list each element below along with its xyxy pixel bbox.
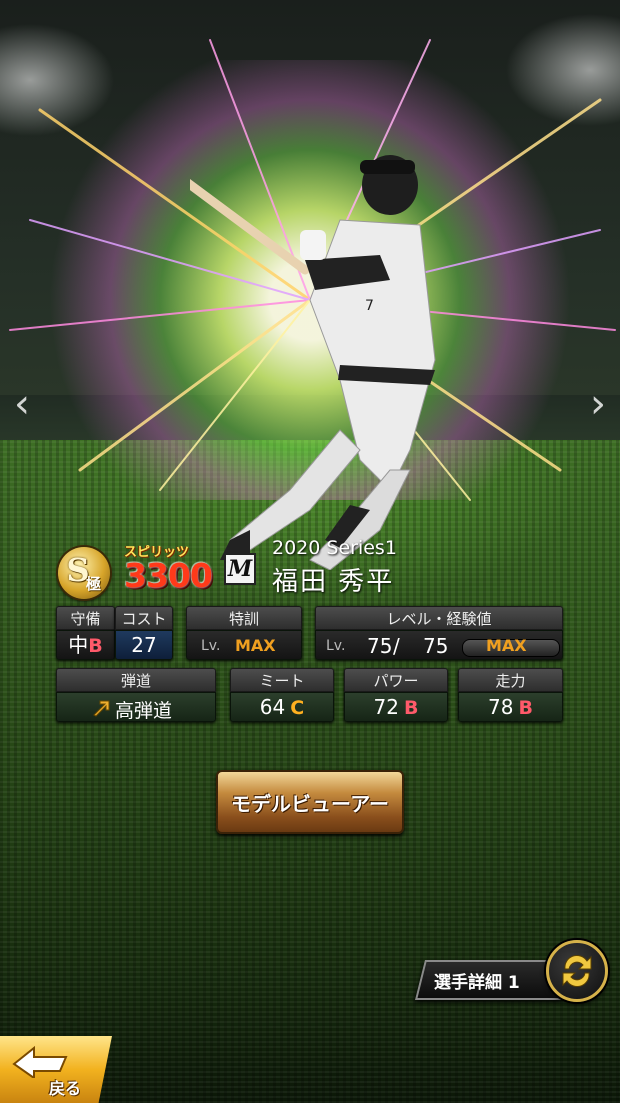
power-grade: B bbox=[404, 697, 419, 719]
training-lv-prefix: Lv. bbox=[201, 638, 221, 654]
cost-header: コスト bbox=[115, 606, 173, 630]
trajectory-value: 高弾道 bbox=[115, 700, 173, 722]
defense-panel: 守備 中B bbox=[56, 606, 115, 660]
training-panel: 特訓 Lv. MAX bbox=[186, 606, 302, 660]
power-header: パワー bbox=[344, 668, 448, 692]
speed-grade: B bbox=[518, 697, 534, 719]
arrow-up-right-icon bbox=[93, 700, 110, 717]
power-panel: パワー 72 B bbox=[344, 668, 448, 722]
cost-value: 27 bbox=[131, 633, 157, 657]
level-max: 75 bbox=[423, 634, 449, 658]
exp-max-label: MAX bbox=[486, 636, 527, 655]
cost-panel: コスト 27 bbox=[115, 606, 173, 660]
trajectory-header: 弾道 bbox=[56, 668, 216, 692]
contact-value: 64 bbox=[259, 695, 286, 719]
contact-panel: ミート 64 C bbox=[230, 668, 334, 722]
model-viewer-button[interactable]: モデルビューアー bbox=[216, 770, 404, 834]
contact-grade: C bbox=[290, 697, 305, 719]
defense-grade: B bbox=[88, 635, 103, 657]
next-card-arrow[interactable]: › bbox=[586, 382, 610, 426]
level-header: レベル・経験値 bbox=[315, 606, 563, 630]
speed-panel: 走力 78 B bbox=[458, 668, 563, 722]
defense-header: 守備 bbox=[56, 606, 115, 630]
training-header: 特訓 bbox=[186, 606, 302, 630]
rank-badge: S 極 bbox=[58, 547, 110, 599]
card-series: 2020 Series1 bbox=[272, 537, 397, 559]
defense-position: 中 bbox=[68, 633, 89, 657]
rank-sub-label: 極 bbox=[86, 575, 102, 593]
training-max: MAX bbox=[235, 636, 276, 655]
player-name: 福田 秀平 bbox=[272, 567, 395, 597]
level-lv-prefix: Lv. bbox=[326, 638, 346, 654]
swap-arrows-icon bbox=[562, 955, 592, 987]
swap-button[interactable] bbox=[546, 940, 608, 1002]
level-panel: レベル・経験値 Lv. 75 / 75 MAX bbox=[315, 606, 563, 660]
model-viewer-label: モデルビューアー bbox=[231, 791, 389, 816]
player-illustration: 7 bbox=[190, 155, 436, 570]
speed-header: 走力 bbox=[458, 668, 563, 692]
spirits-value: 3300 bbox=[124, 556, 213, 595]
trajectory-panel: 弾道 高弾道 bbox=[56, 668, 216, 722]
back-arrow-icon bbox=[12, 1045, 68, 1078]
level-current: 75 bbox=[367, 634, 393, 658]
level-separator: / bbox=[393, 634, 400, 658]
svg-text:7: 7 bbox=[365, 298, 374, 314]
team-logo-icon: M bbox=[224, 553, 256, 585]
power-value: 72 bbox=[373, 695, 399, 719]
prev-card-arrow[interactable]: ‹ bbox=[10, 382, 34, 426]
player-detail-label[interactable]: 選手詳細 1 bbox=[434, 968, 520, 993]
back-label: 戻る bbox=[49, 1079, 82, 1098]
contact-header: ミート bbox=[230, 668, 334, 692]
speed-value: 78 bbox=[487, 695, 514, 719]
